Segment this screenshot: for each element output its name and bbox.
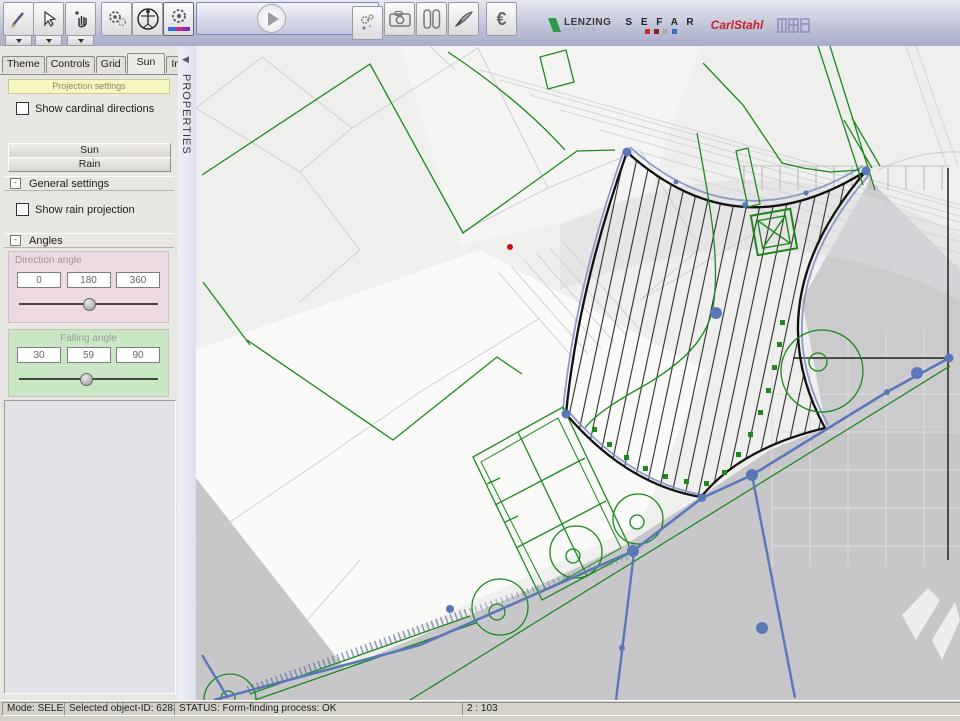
- panel-empty-area: [4, 400, 176, 694]
- general-settings-header[interactable]: - General settings: [4, 176, 174, 191]
- sefar-logo: S E F A R: [625, 17, 696, 34]
- tab-baseline: [0, 74, 178, 75]
- status-selected-object: Selected object-ID: 6283: [64, 702, 178, 716]
- human-scale-button[interactable]: [132, 2, 163, 36]
- collapse-icon[interactable]: -: [10, 235, 21, 246]
- formfinding-button[interactable]: [101, 2, 132, 36]
- red-marker[interactable]: [507, 244, 513, 250]
- euro-icon: €: [496, 9, 506, 30]
- cardinal-directions-row: Show cardinal directions: [16, 102, 154, 115]
- partner-mark-icon: [777, 16, 811, 34]
- canvas-drawing[interactable]: [196, 46, 960, 700]
- pan-dropdown[interactable]: [67, 35, 94, 46]
- select-cursor-icon: [39, 9, 59, 29]
- status-process: STATUS: Form-finding process: OK: [174, 702, 466, 716]
- direction-angle-max-input[interactable]: [116, 272, 160, 288]
- pan-hand-icon: [71, 9, 91, 29]
- falling-angle-slider[interactable]: [19, 373, 158, 385]
- play-button[interactable]: [257, 4, 286, 33]
- select-button[interactable]: [33, 2, 64, 36]
- render-settings-button[interactable]: [163, 2, 194, 36]
- materials-button[interactable]: [416, 2, 447, 36]
- vitruvian-man-icon: [136, 6, 160, 32]
- direction-angle-label: Direction angle: [15, 255, 82, 266]
- falling-angle-group: Falling angle: [8, 329, 169, 397]
- lenzing-mark-icon: [548, 18, 561, 32]
- properties-tab-label: PROPERTIES: [180, 74, 192, 155]
- tab-controls[interactable]: Controls: [46, 56, 95, 73]
- falling-angle-inputs: [17, 347, 160, 363]
- pencil-icon: [9, 9, 29, 29]
- angles-label: Angles: [29, 235, 63, 247]
- gears-icon: [106, 8, 128, 30]
- collapse-chevron-icon[interactable]: ◀: [182, 54, 189, 65]
- lenzing-text: LENZING: [564, 18, 611, 27]
- direction-angle-min-input[interactable]: [17, 272, 61, 288]
- rain-projection-row: Show rain projection: [16, 203, 135, 216]
- tab-grid[interactable]: Grid: [96, 56, 126, 73]
- falling-angle-max-input[interactable]: [116, 347, 160, 363]
- cardinal-directions-label: Show cardinal directions: [35, 103, 154, 115]
- general-settings-label: General settings: [29, 178, 109, 190]
- falling-angle-value-input[interactable]: [67, 347, 111, 363]
- pencil-dropdown[interactable]: [5, 35, 32, 46]
- lenzing-logo: LENZING PLASTICS: [548, 18, 611, 33]
- sail-center-node[interactable]: [710, 307, 722, 319]
- partner-logos: LENZING PLASTICS S E F A R CarlStahl: [548, 14, 811, 36]
- main-toolbar: € LENZING PLASTICS S E F A R CarlStahl: [0, 0, 960, 47]
- feather-pen-icon: [453, 9, 475, 29]
- sun-button[interactable]: Sun: [8, 143, 171, 158]
- rain-projection-label: Show rain projection: [35, 204, 135, 216]
- tab-theme[interactable]: Theme: [2, 56, 45, 73]
- falling-angle-min-input[interactable]: [17, 347, 61, 363]
- sefar-text: S E F A R: [625, 17, 696, 28]
- tab-sun[interactable]: Sun: [127, 53, 166, 74]
- rain-button[interactable]: Rain: [8, 157, 171, 172]
- pan-button[interactable]: [65, 2, 96, 36]
- angles-header[interactable]: - Angles: [4, 233, 174, 248]
- properties-panel: Theme Controls Grid Sun Images Projectio…: [0, 46, 179, 700]
- small-gears-icon: [358, 12, 378, 34]
- properties-side-tab[interactable]: ◀ PROPERTIES: [178, 46, 197, 700]
- select-dropdown[interactable]: [35, 35, 62, 46]
- status-bar: Mode: SELECT Selected object-ID: 6283 ST…: [0, 700, 960, 721]
- cardinal-directions-checkbox[interactable]: [16, 102, 29, 115]
- snapshot-button[interactable]: [384, 2, 415, 36]
- projection-settings-banner: Projection settings: [8, 79, 170, 94]
- slider-handle[interactable]: [80, 373, 93, 386]
- falling-angle-label: Falling angle: [60, 333, 117, 344]
- sefar-squares-icon: [625, 29, 696, 34]
- slider-handle[interactable]: [83, 298, 96, 311]
- direction-angle-inputs: [17, 272, 160, 288]
- status-mode: Mode: SELECT: [2, 702, 68, 716]
- direction-angle-slider[interactable]: [19, 298, 158, 310]
- camera-icon: [389, 10, 411, 28]
- rollers-icon: [422, 8, 442, 30]
- play-icon: [268, 12, 279, 26]
- application-window: { "toolbar": { "euro_symbol": "€", "logo…: [0, 0, 960, 720]
- cad-viewport[interactable]: [196, 46, 960, 700]
- annotate-button[interactable]: [448, 2, 479, 36]
- direction-angle-value-input[interactable]: [67, 272, 111, 288]
- carlstahl-logo: CarlStahl: [711, 18, 764, 32]
- cost-button[interactable]: €: [486, 2, 517, 36]
- settings-gear-icon: [167, 5, 191, 33]
- rain-projection-checkbox[interactable]: [16, 203, 29, 216]
- draw-pencil-button[interactable]: [3, 2, 34, 36]
- collapse-icon[interactable]: -: [10, 178, 21, 189]
- direction-angle-group: Direction angle: [8, 251, 169, 323]
- status-scale: 2 : 103: [462, 702, 960, 716]
- particles-button[interactable]: [352, 6, 383, 40]
